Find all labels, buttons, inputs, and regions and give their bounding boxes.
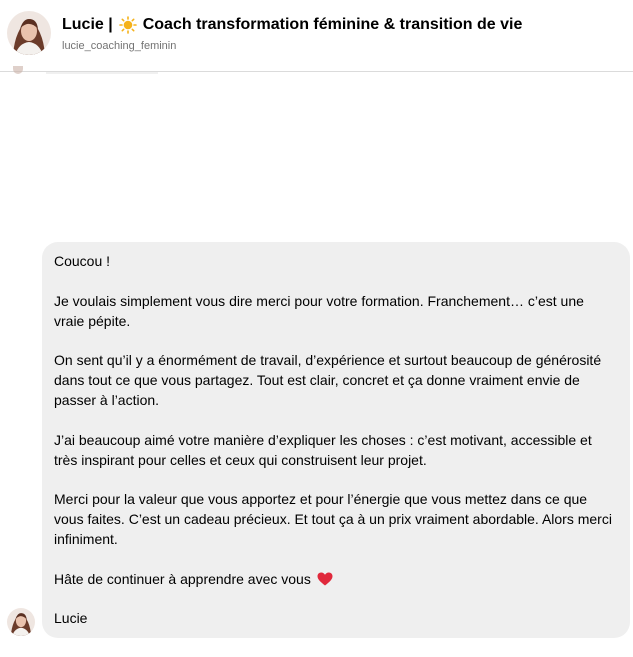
red-heart-icon bbox=[317, 572, 333, 585]
message-signature: Lucie bbox=[54, 610, 88, 626]
message-closing-line: Hâte de continuer à apprendre avec vous bbox=[54, 569, 618, 589]
previous-message-edge bbox=[46, 72, 158, 74]
chat-header: Lucie | Coach transformation féminine & … bbox=[0, 0, 633, 72]
message-paragraph-2: On sent qu’il y a énormément de travail,… bbox=[54, 352, 602, 408]
message-greeting: Coucou ! bbox=[54, 253, 111, 269]
header-title[interactable]: Lucie | Coach transformation féminine & … bbox=[62, 16, 522, 34]
sun-emoji-icon bbox=[118, 16, 137, 34]
message-paragraph-4: Merci pour la valeur que vous apportez e… bbox=[54, 491, 612, 547]
sender-avatar[interactable] bbox=[7, 608, 35, 636]
header-bio: Coach transformation féminine & transiti… bbox=[142, 16, 523, 33]
sender-photo bbox=[7, 608, 35, 636]
profile-photo bbox=[7, 11, 51, 55]
header-username[interactable]: lucie_coaching_feminin bbox=[62, 40, 176, 52]
message-paragraph-1: Je voulais simplement vous dire merci po… bbox=[54, 292, 584, 329]
message-paragraph-3: J’ai beaucoup aimé votre manière d’expli… bbox=[54, 431, 592, 468]
previous-message-avatar bbox=[13, 66, 23, 74]
header-name: Lucie | bbox=[62, 16, 113, 33]
profile-avatar[interactable] bbox=[7, 11, 51, 55]
message-bubble[interactable]: Coucou ! Je voulais simplement vous dire… bbox=[42, 242, 630, 638]
message-closing: Hâte de continuer à apprendre avec vous bbox=[54, 570, 311, 587]
